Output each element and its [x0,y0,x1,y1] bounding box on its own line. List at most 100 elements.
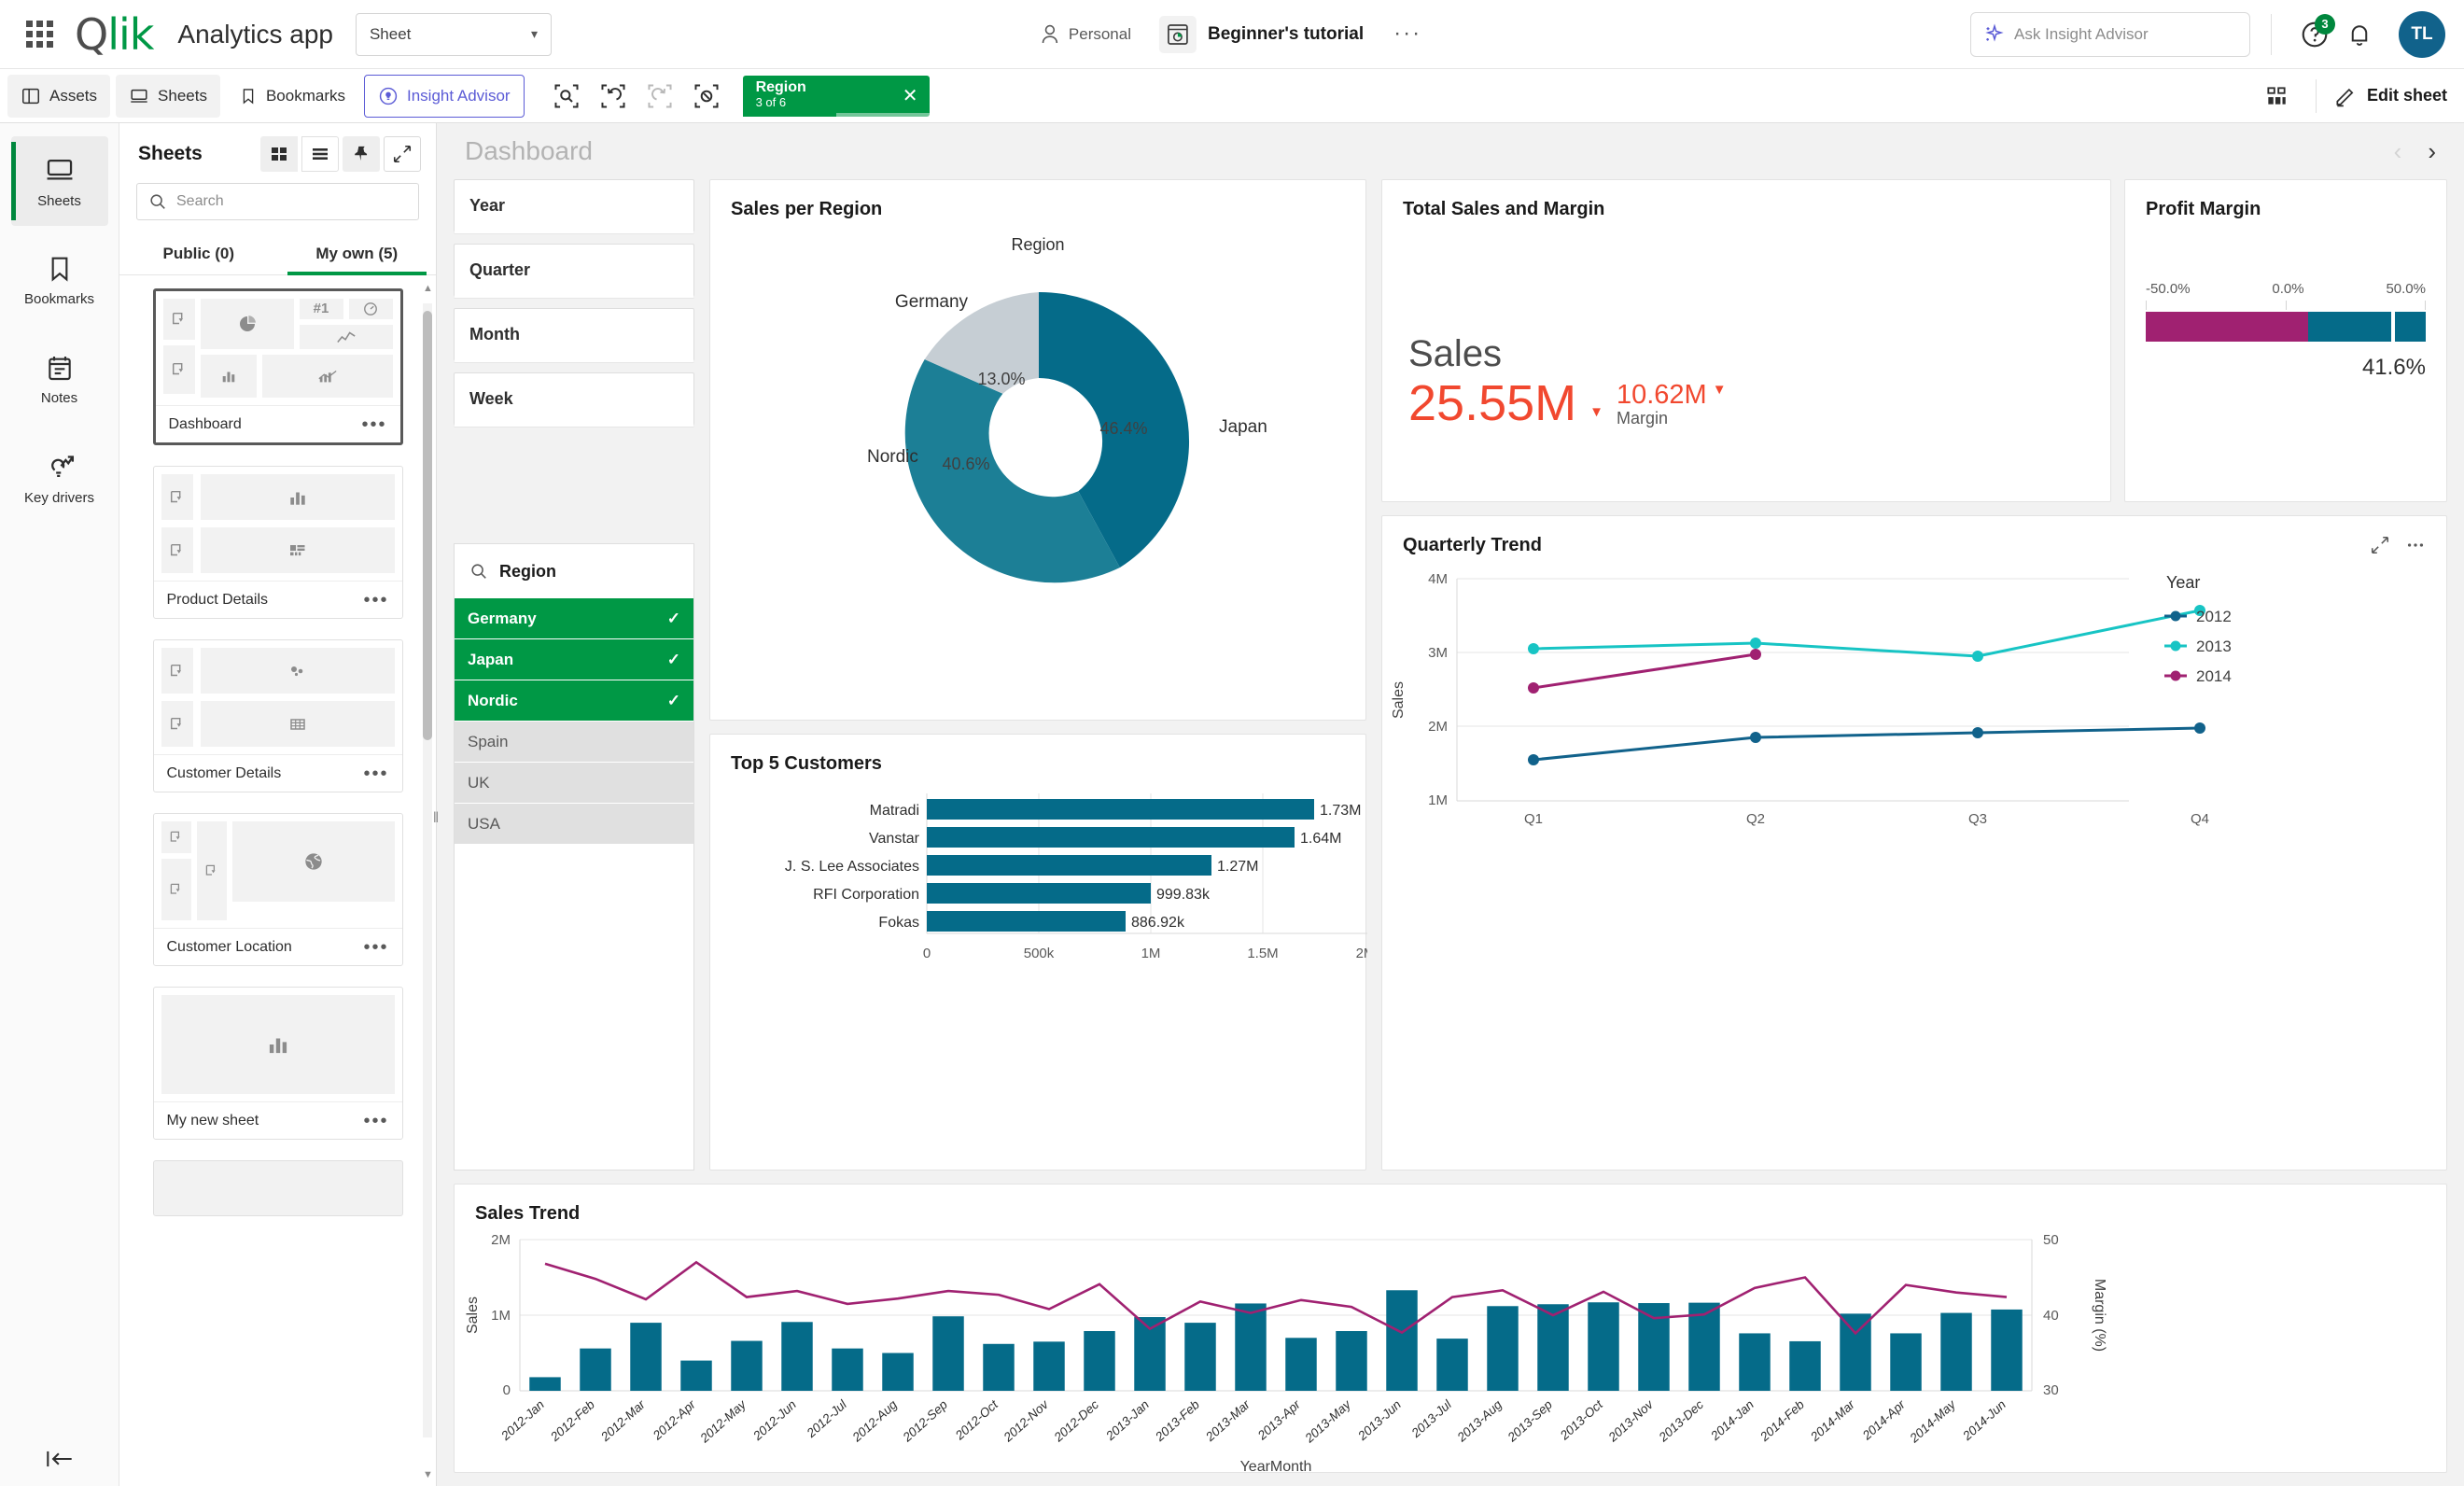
collapse-panel-button[interactable] [0,1449,119,1469]
insight-advisor-input[interactable]: Ask Insight Advisor [1970,11,2250,57]
close-icon[interactable]: ✕ [880,84,918,107]
grid-view-button[interactable] [260,136,298,172]
next-sheet-button[interactable]: › [2428,137,2436,166]
filter-pane-month[interactable]: Month [454,308,694,362]
selections-search-button[interactable] [545,75,588,118]
kpi-total-sales-and-margin[interactable]: Total Sales and Margin Sales 25.55M ▼ 10… [1381,179,2111,502]
sheet-card-create-new[interactable] [152,1160,403,1216]
sheet-layout-button[interactable] [2254,74,2299,119]
insight-advisor-button[interactable]: Insight Advisor [364,74,525,118]
selection-chip-region[interactable]: Region 3 of 6 ✕ [742,75,930,117]
sheet-card-menu-icon[interactable]: ••• [363,938,388,957]
region-value-japan[interactable]: Japan ✓ [455,639,693,680]
bar-2012-Aug[interactable] [882,1353,914,1392]
bar-matradi[interactable] [927,799,1314,820]
qlik-logo[interactable]: Qlik [75,13,154,56]
fullscreen-button[interactable] [2364,531,2396,559]
step-back-selection-button[interactable] [592,75,635,118]
sheet-card-menu-icon[interactable]: ••• [363,764,388,783]
legend-item-2012[interactable]: 2012 [2164,608,2232,625]
line-series-2012[interactable] [1533,726,2201,762]
sidebar-item-key-drivers[interactable]: Key drivers [11,433,108,523]
bar-2012-Apr[interactable] [680,1360,712,1391]
region-filter-header[interactable]: Region [455,544,693,598]
bar-2012-May[interactable] [731,1340,763,1391]
help-button[interactable]: 3 [2292,12,2337,57]
region-value-germany[interactable]: Germany ✓ [455,598,693,639]
bar-2013-Oct[interactable] [1588,1302,1619,1391]
pin-panel-button[interactable] [343,136,380,172]
chart-sales-per-region[interactable]: Sales per Region Region Germany Japan No… [709,179,1366,721]
tab-public[interactable]: Public (0) [119,235,278,274]
chart-top-5-customers[interactable]: Top 5 Customers Matradi Vanstar J. S. Le… [709,734,1367,1171]
bar-2013-Mar[interactable] [1235,1303,1267,1391]
bar-2014-May[interactable] [1940,1312,1972,1391]
bar-2012-Oct[interactable] [983,1343,1015,1391]
sheets-button[interactable]: Sheets [116,74,220,118]
bar-rfi[interactable] [927,883,1151,904]
bar-fokas[interactable] [927,911,1126,932]
bar-2012-Sep[interactable] [932,1316,964,1391]
sheet-card-menu-icon[interactable]: ••• [363,591,388,610]
chart-sales-trend[interactable]: Sales Trend 2M 1M 0 Sales 50 40 30 Margi… [454,1184,2447,1475]
sidebar-item-sheets[interactable]: Sheets [10,136,108,226]
clear-all-selections-button[interactable] [685,75,728,118]
assets-button[interactable]: Assets [7,74,111,118]
bar-2013-Jun[interactable] [1386,1290,1418,1391]
bar-2014-Jan[interactable] [1739,1333,1771,1391]
bar-2012-Mar[interactable] [630,1323,662,1391]
previous-sheet-button[interactable]: ‹ [2394,137,2402,166]
bar-2013-Apr[interactable] [1285,1338,1317,1391]
chart-more-menu-button[interactable] [2400,531,2431,559]
edit-sheet-button[interactable]: Edit sheet [2333,84,2447,108]
space-chip[interactable]: Personal [1028,19,1144,50]
line-series-2014[interactable] [1533,652,1757,690]
bar-2012-Dec[interactable] [1084,1331,1115,1391]
bar-2014-Mar[interactable] [1840,1313,1871,1391]
legend-item-2013[interactable]: 2013 [2164,638,2232,655]
sheet-card-my-new-sheet[interactable]: My new sheet ••• [152,987,403,1140]
panel-resize-handle[interactable]: ‖ [431,805,441,833]
bar-2012-Jul[interactable] [832,1348,863,1391]
scroll-up-icon[interactable]: ▲ [423,283,433,294]
sheet-card-customer-details[interactable]: Customer Details ••• [152,639,403,792]
bar-2013-May[interactable] [1336,1331,1367,1391]
bar-2012-Nov[interactable] [1033,1341,1065,1391]
sheet-selector-dropdown[interactable]: Sheet ▾ [355,12,552,56]
bar-2014-Apr[interactable] [1890,1333,1922,1391]
bar-2014-Feb[interactable] [1789,1340,1821,1391]
list-view-button[interactable] [301,136,339,172]
bar-2013-Sep[interactable] [1537,1304,1569,1391]
chart-quarterly-trend[interactable]: Quarterly Trend 4M 3M 2M 1M Sales Q1 Q2 … [1381,515,2447,1171]
region-value-spain[interactable]: Spain [455,722,693,763]
sheets-search-input[interactable]: Search [136,183,419,220]
kpi-profit-margin[interactable]: Profit Margin -50.0% 0.0% 50.0% 41.6% [2124,179,2447,502]
sheet-card-menu-icon[interactable]: ••• [361,415,386,434]
sheet-card-menu-icon[interactable]: ••• [363,1112,388,1130]
region-value-uk[interactable]: UK [455,763,693,804]
bar-2012-Jan[interactable] [529,1377,561,1391]
app-launcher-icon[interactable] [13,21,65,48]
bar-2013-Jul[interactable] [1436,1339,1468,1391]
bar-2013-Feb[interactable] [1184,1323,1216,1391]
bar-2014-Jun[interactable] [1991,1309,2023,1391]
bar-vanstar[interactable] [927,827,1295,848]
sidebar-item-notes[interactable]: Notes [11,334,108,424]
bar-2012-Jun[interactable] [781,1322,813,1391]
filter-pane-quarter[interactable]: Quarter [454,244,694,298]
app-chip[interactable]: Beginner's tutorial [1144,8,1379,61]
region-value-usa[interactable]: USA [455,804,693,845]
bookmarks-button[interactable]: Bookmarks [226,75,358,118]
bar-2013-Aug[interactable] [1487,1306,1519,1391]
sheet-card-dashboard[interactable]: #1 Dashboard ••• [152,288,403,445]
sidebar-item-bookmarks[interactable]: Bookmarks [11,235,108,325]
notifications-button[interactable] [2337,12,2382,57]
step-forward-selection-button[interactable] [638,75,681,118]
legend-item-2014[interactable]: 2014 [2164,667,2232,685]
sheet-card-product-details[interactable]: Product Details ••• [152,466,403,619]
expand-panel-button[interactable] [384,136,421,172]
tab-my-own[interactable]: My own (5) [278,235,437,275]
bar-jslee[interactable] [927,855,1211,876]
app-more-menu-icon[interactable]: ··· [1379,21,1436,45]
margin-line-series[interactable] [544,1260,2008,1336]
